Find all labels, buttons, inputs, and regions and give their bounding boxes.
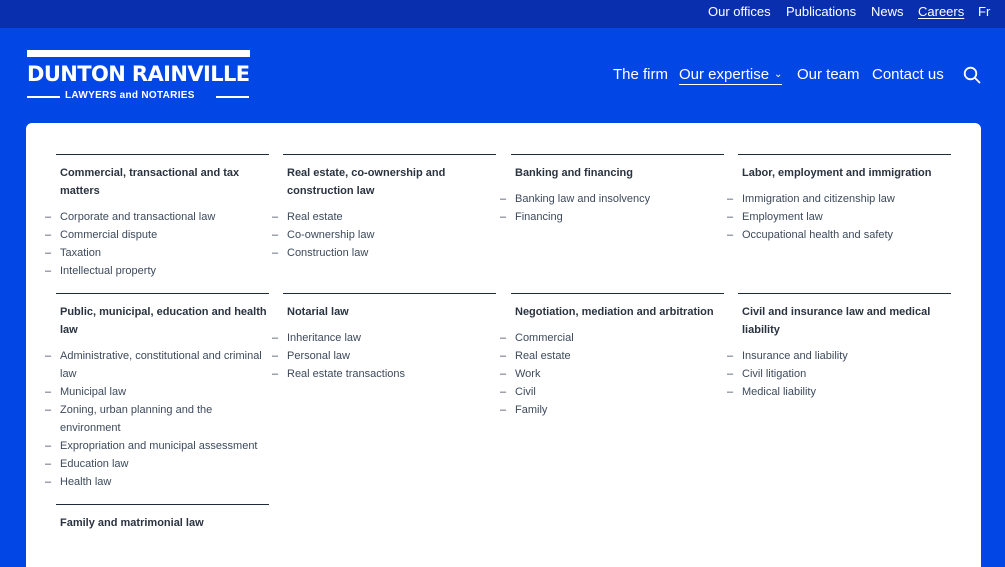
logo-tagline-rule-left [27,96,60,98]
nav-the-firm[interactable]: The firm [613,66,668,83]
expertise-column: Labor, employment and immigration Immigra… [727,154,951,244]
expertise-link[interactable]: Administrative, constitutional and crimi… [45,347,269,383]
expertise-link[interactable]: Real estate transactions [272,365,496,383]
expertise-list: Real estateCo-ownership lawConstruction … [272,208,496,262]
expertise-category-title[interactable]: Family and matrimonial law [60,514,269,532]
expertise-link[interactable]: Personal law [272,347,496,365]
expertise-link[interactable]: Real estate [272,208,496,226]
chevron-down-icon: ⌄ [774,69,783,80]
expertise-link[interactable]: Corporate and transactional law [45,208,269,226]
logo-tagline: LAWYERS and NOTARIES [27,90,250,104]
language-switch[interactable]: Fr [978,4,990,19]
expertise-mega-menu: Commercial, transactional and tax matter… [26,123,981,567]
expertise-link[interactable]: Construction law [272,244,496,262]
topnav-link-news[interactable]: News [871,4,904,19]
logo-tagline-text: LAWYERS and NOTARIES [65,90,195,101]
nav-label: Contact us [872,66,944,83]
expertise-category-title[interactable]: Public, municipal, education and health … [60,303,269,339]
expertise-category-title[interactable]: Labor, employment and immigration [742,164,951,182]
expertise-link[interactable]: Insurance and liability [727,347,951,365]
expertise-link[interactable]: Commercial dispute [45,226,269,244]
expertise-link[interactable]: Health law [45,473,269,491]
expertise-column: Civil and insurance law and medical liab… [727,293,951,401]
expertise-link[interactable]: Civil litigation [727,365,951,383]
expertise-list: Inheritance lawPersonal lawReal estate t… [272,329,496,383]
expertise-category-title[interactable]: Negotiation, mediation and arbitration [515,303,724,321]
expertise-column: Commercial, transactional and tax matter… [45,154,269,280]
expertise-link[interactable]: Medical liability [727,383,951,401]
expertise-link[interactable]: Real estate [500,347,724,365]
expertise-category-title[interactable]: Banking and financing [515,164,724,182]
expertise-link[interactable]: Immigration and citizenship law [727,190,951,208]
expertise-link[interactable]: Employment law [727,208,951,226]
expertise-column: Public, municipal, education and health … [45,293,269,491]
expertise-link[interactable]: Expropriation and municipal assessment [45,437,269,455]
search-icon[interactable] [963,66,981,84]
expertise-link[interactable]: Work [500,365,724,383]
nav-label: Our expertise [679,66,770,83]
expertise-link[interactable]: Zoning, urban planning and the environme… [45,401,269,437]
expertise-list: Administrative, constitutional and crimi… [45,347,269,491]
nav-contact-us[interactable]: Contact us [872,66,944,83]
expertise-link[interactable]: Occupational health and safety [727,226,951,244]
expertise-column: Notarial law Inheritance lawPersonal lawR… [272,293,496,383]
expertise-link[interactable]: Municipal law [45,383,269,401]
expertise-link[interactable]: Intellectual property [45,262,269,280]
expertise-column: Negotiation, mediation and arbitration Co… [500,293,724,419]
expertise-category-title[interactable]: Civil and insurance law and medical liab… [742,303,951,339]
expertise-list: Insurance and liabilityCivil litigationM… [727,347,951,401]
expertise-category-title[interactable]: Real estate, co-ownership and constructi… [287,164,496,200]
expertise-link[interactable]: Commercial [500,329,724,347]
expertise-column: Banking and financing Banking law and ins… [500,154,724,226]
logo-bar [27,50,250,57]
expertise-link[interactable]: Banking law and insolvency [500,190,724,208]
expertise-category-title[interactable]: Commercial, transactional and tax matter… [60,164,269,200]
utility-bar: Our offices Publications News Careers Fr [0,0,1005,28]
expertise-column: Family and matrimonial law [56,504,269,532]
nav-our-expertise[interactable]: Our expertise ⌄ [679,66,783,85]
topnav-link-careers[interactable]: Careers [918,4,964,19]
topnav-link-publications[interactable]: Publications [786,4,856,19]
nav-our-team[interactable]: Our team [797,66,860,83]
expertise-list: Immigration and citizenship lawEmploymen… [727,190,951,244]
expertise-link[interactable]: Financing [500,208,724,226]
topnav-link-our-offices[interactable]: Our offices [708,4,771,19]
expertise-link[interactable]: Inheritance law [272,329,496,347]
expertise-link[interactable]: Taxation [45,244,269,262]
logo-tagline-rule-right [216,96,249,98]
expertise-link[interactable]: Education law [45,455,269,473]
expertise-link[interactable]: Family [500,401,724,419]
nav-label: The firm [613,66,669,83]
expertise-column: Real estate, co-ownership and constructi… [272,154,496,262]
expertise-list: Banking law and insolvencyFinancing [500,190,724,226]
expertise-list: CommercialReal estateWorkCivilFamily [500,329,724,419]
expertise-list: Corporate and transactional lawCommercia… [45,208,269,280]
logo-name: DUNTON RAINVILLE [27,62,250,86]
expertise-link[interactable]: Co-ownership law [272,226,496,244]
expertise-category-title[interactable]: Notarial law [287,303,496,321]
logo[interactable]: DUNTON RAINVILLE LAWYERS and NOTARIES [27,50,250,102]
expertise-link[interactable]: Civil [500,383,724,401]
nav-label: Our team [797,66,860,83]
